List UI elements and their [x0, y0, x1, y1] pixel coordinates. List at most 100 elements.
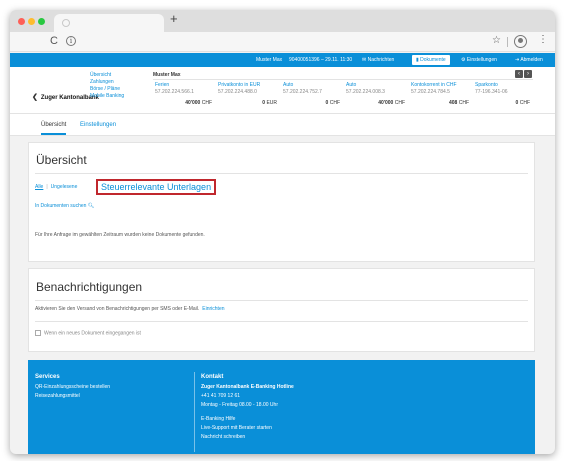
footer: Services QR-Einzahlungsscheine bestellen…: [28, 360, 535, 454]
travel-payments-link[interactable]: Reisezahlungsmittel: [35, 392, 110, 401]
live-support-link[interactable]: Live-Support mit Berater starten: [201, 424, 294, 433]
balance-amount: 0: [262, 100, 266, 106]
new-tab-button[interactable]: +: [170, 11, 178, 26]
logout-link[interactable]: ⇥ Abmelden: [515, 57, 543, 63]
tax-documents-link[interactable]: Steuerrelevante Unterlagen: [96, 179, 217, 195]
balance-currency: CHF: [329, 100, 340, 106]
nav-overview[interactable]: Übersicht: [90, 72, 124, 79]
balance-currency: CHF: [201, 100, 212, 106]
account-tile[interactable]: Privatkonto in EUR 57.202.224.488.0 0 EU…: [216, 82, 280, 112]
setup-notifications-link[interactable]: Einrichten: [202, 306, 224, 312]
account-number: 57.202.224.784.5: [411, 89, 450, 95]
balance-currency: EUR: [266, 100, 277, 106]
account-balance: 0 EUR: [262, 100, 277, 107]
account-tile[interactable]: Sparkonto 77-196.341-06 0 CHF: [473, 82, 533, 112]
overview-card: Übersicht Alle | Ungelesene Steuerrelevant…: [28, 142, 535, 262]
write-message-link[interactable]: Nachricht schreiben: [201, 433, 294, 442]
balance-amount: 40'000: [185, 100, 201, 106]
documents-link[interactable]: ▮ Dokumente: [412, 55, 450, 65]
account-tile[interactable]: Auto 57.202.224.008.3 40'000 CHF: [344, 82, 408, 112]
new-document-checkbox[interactable]: [35, 330, 41, 336]
user-name: Muster Max: [256, 57, 283, 63]
filter-unread[interactable]: Ungelesene: [51, 184, 78, 190]
account-owner: Muster Max: [153, 72, 181, 78]
ebanking-help-link[interactable]: E-Banking Hilfe: [201, 415, 294, 424]
account-tile[interactable]: Auto 57.202.224.752.7 0 CHF: [281, 82, 343, 112]
bank-logo[interactable]: ❮ Zuger Kantonalbank: [32, 93, 99, 101]
account-balance: 0 CHF: [326, 100, 340, 107]
search-icon: 🔍︎: [87, 203, 95, 209]
address-bar: C i ☆ ⋮: [10, 32, 555, 52]
account-balance: 0 CHF: [516, 100, 530, 107]
empty-result-message: Für Ihre Anfrage im gewählten Zeitraum w…: [35, 232, 205, 238]
prev-accounts-button[interactable]: ‹: [515, 70, 523, 78]
close-window-button[interactable]: [18, 18, 25, 25]
site-info-icon[interactable]: i: [66, 36, 76, 46]
reload-button[interactable]: C: [50, 35, 58, 47]
account-name: Privatkonto in EUR: [218, 82, 261, 88]
hotline-phone[interactable]: +41 41 709 12 61: [201, 392, 294, 401]
section-divider: [35, 321, 528, 322]
account-name: Ferien: [155, 82, 170, 88]
account-number: 57.202.224.752.7: [283, 89, 322, 95]
balance-currency: CHF: [394, 100, 405, 106]
tab-settings[interactable]: Einstellungen: [80, 122, 116, 128]
footer-services: Services QR-Einzahlungsscheine bestellen…: [35, 373, 110, 401]
account-name: Kontokorrent in CHF: [411, 82, 457, 88]
account-number: 57.202.224.488.0: [218, 89, 257, 95]
account-name: Auto: [283, 82, 294, 88]
nav-stock-exchange[interactable]: Börse / Pläne: [90, 86, 124, 93]
notifications-description: Aktivieren Sie den Versand von Benachric…: [35, 306, 225, 312]
session-info: 90400051396 – 29.11. 11:30: [289, 57, 353, 63]
filter-all[interactable]: Alle: [35, 184, 43, 190]
messages-label: Nachrichten: [367, 57, 395, 63]
contact-heading: Kontakt: [201, 374, 224, 380]
hotline-title: Zuger Kantonalbank E-Banking Hotline: [201, 384, 294, 390]
notifications-card: Benachrichtigungen Aktivieren Sie den Ve…: [28, 268, 535, 352]
toolbar-divider: [507, 37, 508, 47]
document-search-link[interactable]: In Dokumenten suchen 🔍︎: [35, 203, 94, 209]
title-divider: [35, 173, 528, 174]
loading-icon: [62, 19, 70, 27]
account-list: Ferien 57.202.224.566.1 40'000 CHF Priva…: [153, 79, 533, 112]
documents-label: Dokumente: [420, 57, 446, 63]
footer-contact: Kontakt Zuger Kantonalbank E-Banking Hot…: [201, 373, 294, 442]
bank-header: ❮ Zuger Kantonalbank Übersicht Zahlungen …: [10, 67, 555, 114]
next-accounts-button[interactable]: ›: [524, 70, 532, 78]
title-bar: +: [10, 10, 555, 32]
new-document-label: Wenn ein neues Dokument eingegangen ist: [44, 330, 141, 337]
hotline-hours: Montag - Freitag 08.00 - 18.00 Uhr: [201, 402, 278, 408]
balance-amount: 0: [515, 100, 519, 106]
main-nav: Übersicht Zahlungen Börse / Pläne Mobile…: [90, 72, 124, 100]
account-number: 57.202.224.008.3: [346, 89, 385, 95]
account-number: 77-196.341-06: [475, 89, 508, 95]
account-balance: 40'000 CHF: [185, 100, 212, 107]
profile-avatar-icon[interactable]: [514, 35, 527, 48]
settings-label: Einstellungen: [466, 57, 497, 63]
new-document-option: Wenn ein neues Dokument eingegangen ist: [35, 330, 141, 336]
filter-separator: |: [46, 184, 48, 190]
nav-mobile-banking[interactable]: Mobile Banking: [90, 93, 124, 100]
settings-link[interactable]: ⚙ Einstellungen: [461, 57, 497, 63]
bookmark-star-icon[interactable]: ☆: [492, 35, 501, 46]
browser-menu-icon[interactable]: ⋮: [538, 34, 548, 45]
browser-tab[interactable]: [54, 14, 164, 32]
balance-currency: CHF: [458, 100, 469, 106]
account-tile[interactable]: Kontokorrent in CHF 57.202.224.784.5 408…: [409, 82, 472, 112]
order-qr-slips-link[interactable]: QR-Einzahlungsscheine bestellen: [35, 383, 110, 392]
top-utility-bar: Muster Max 90400051396 – 29.11. 11:30 ✉ …: [10, 53, 555, 67]
overview-title: Übersicht: [36, 153, 87, 167]
account-balance: 408 CHF: [449, 100, 469, 107]
notifications-text: Aktivieren Sie den Versand von Benachric…: [35, 306, 200, 312]
minimize-window-button[interactable]: [28, 18, 35, 25]
bank-logo-icon: ❮: [32, 94, 38, 101]
account-number: 57.202.224.566.1: [155, 89, 194, 95]
maximize-window-button[interactable]: [38, 18, 45, 25]
balance-amount: 408: [448, 100, 458, 106]
messages-link[interactable]: ✉ Nachrichten: [362, 57, 394, 63]
nav-payments[interactable]: Zahlungen: [90, 79, 124, 86]
tab-overview[interactable]: Übersicht: [41, 122, 67, 135]
services-heading: Services: [35, 374, 60, 380]
account-tile[interactable]: Ferien 57.202.224.566.1 40'000 CHF: [153, 82, 215, 112]
notifications-title: Benachrichtigungen: [36, 280, 143, 294]
